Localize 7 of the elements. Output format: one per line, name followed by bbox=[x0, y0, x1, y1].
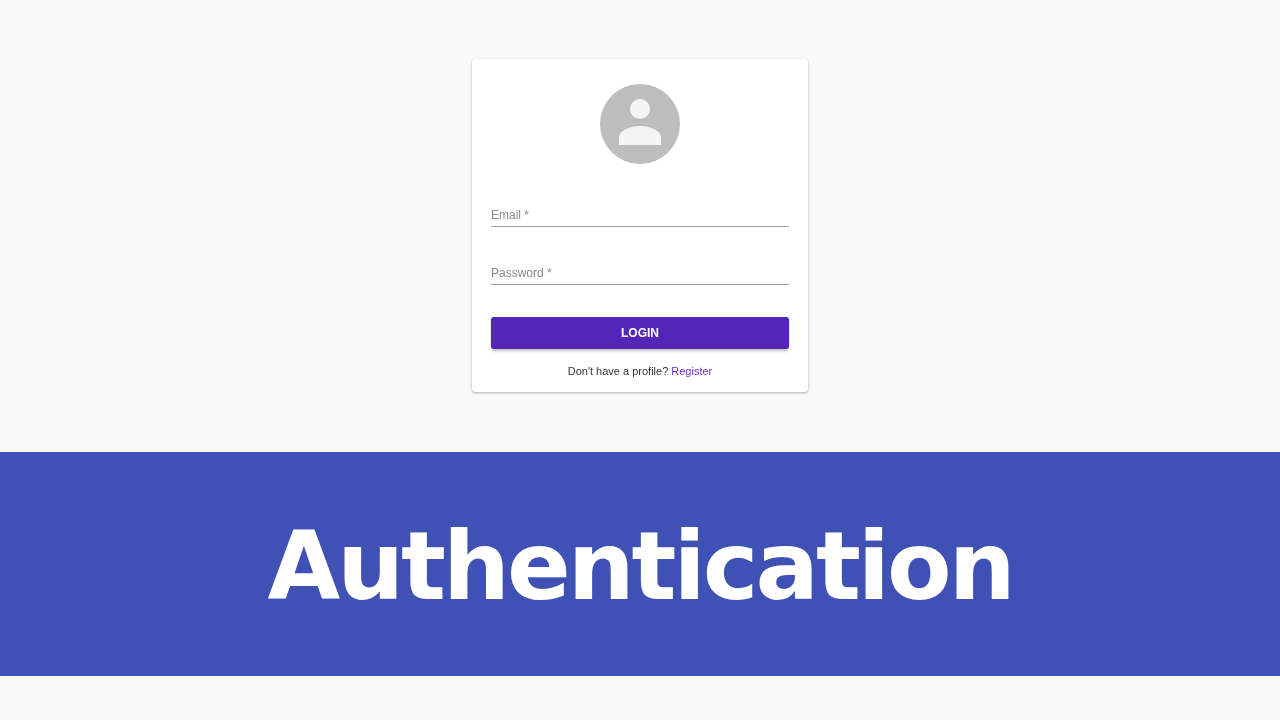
avatar-icon bbox=[600, 84, 680, 164]
banner-title: Authentication bbox=[267, 514, 1013, 614]
input-field[interactable]: Password * bbox=[491, 249, 789, 285]
input-field[interactable]: Email * bbox=[491, 191, 789, 227]
login-button[interactable]: LOGIN bbox=[491, 317, 789, 349]
register-link[interactable]: Register bbox=[671, 365, 713, 377]
register-prompt: Don't have a profile? Register bbox=[567, 364, 713, 379]
